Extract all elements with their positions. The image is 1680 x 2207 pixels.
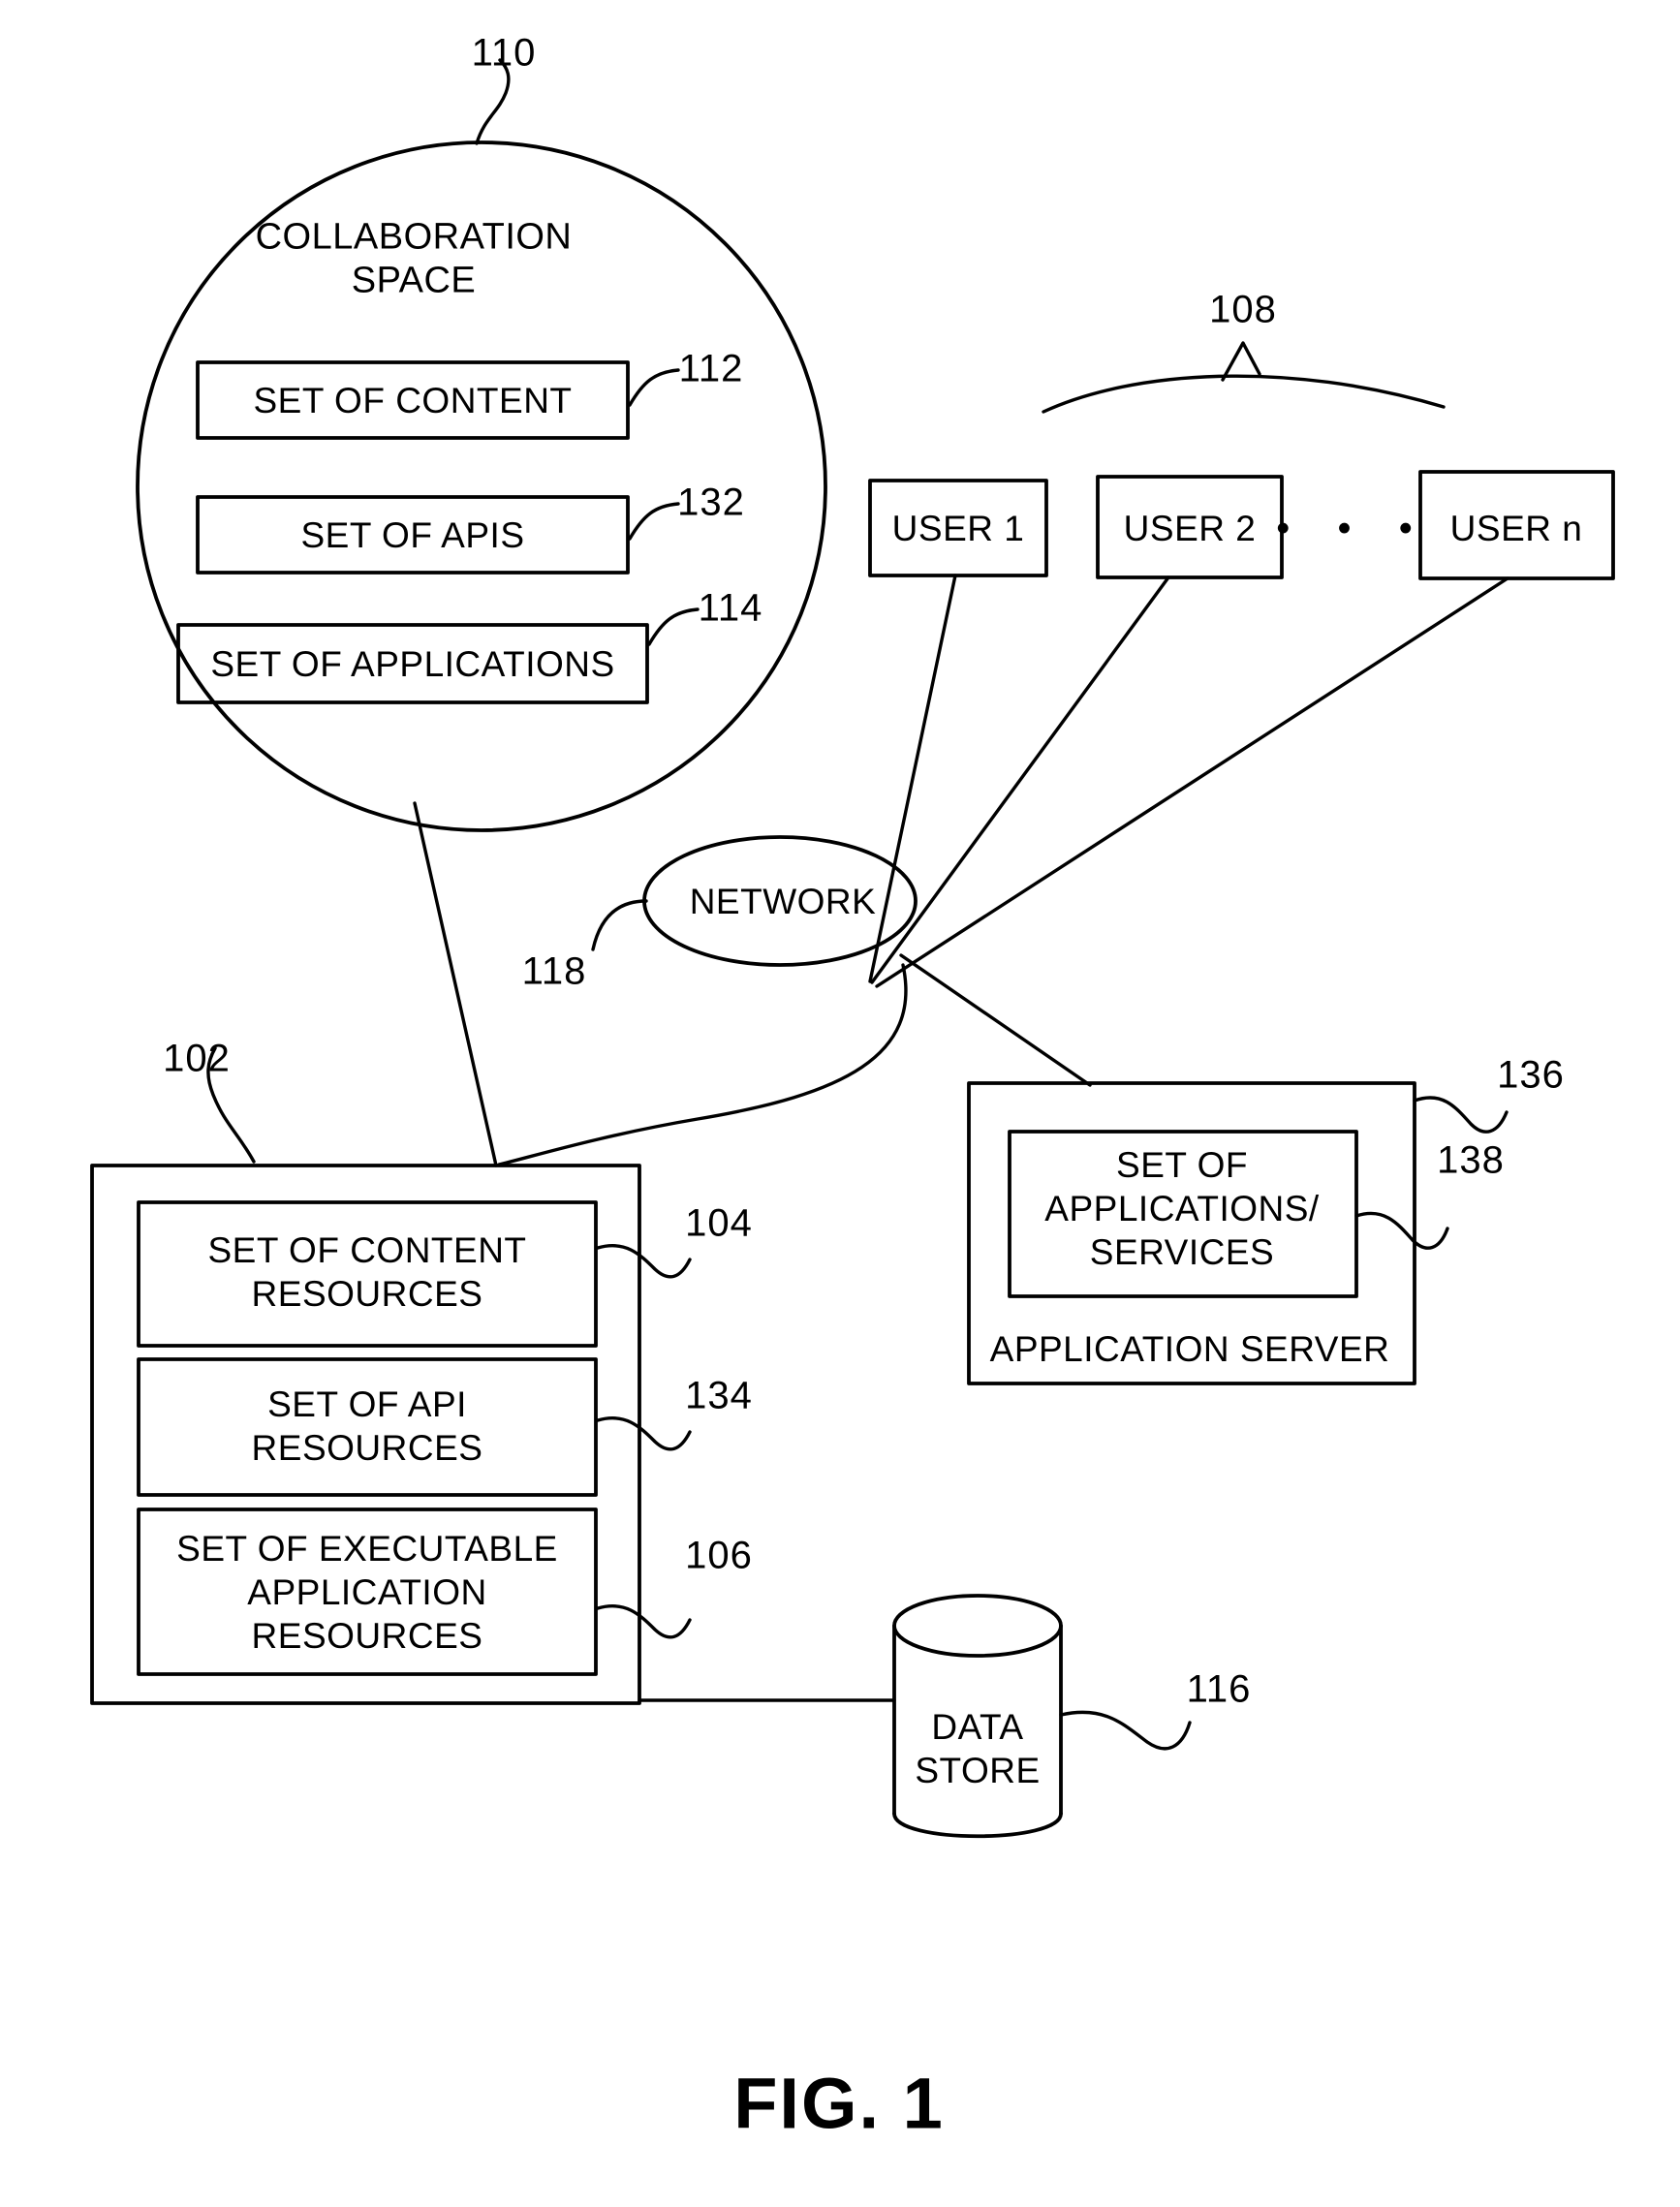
data-store-line2: STORE bbox=[915, 1751, 1041, 1791]
api-resources-line1: SET OF API bbox=[267, 1384, 467, 1425]
set-of-content-label: SET OF CONTENT bbox=[253, 381, 573, 421]
ref-102: 102 bbox=[163, 1037, 231, 1080]
leader-104 bbox=[596, 1244, 692, 1279]
user-n-label: USER n bbox=[1449, 509, 1583, 549]
leader-138 bbox=[1354, 1211, 1449, 1250]
line-collabspace-to-system bbox=[413, 801, 498, 1167]
user-1-label: USER 1 bbox=[891, 509, 1025, 549]
data-store-top-ellipse bbox=[892, 1594, 1063, 1658]
set-of-applications-label: SET OF APPLICATIONS bbox=[210, 644, 615, 685]
network-label: NETWORK bbox=[689, 882, 877, 922]
data-store-line1: DATA bbox=[931, 1707, 1024, 1748]
ref-108: 108 bbox=[1209, 288, 1277, 331]
figure-caption: FIG. 1 bbox=[733, 2063, 945, 2144]
set-of-apis-label: SET OF APIS bbox=[300, 515, 525, 556]
ref-118: 118 bbox=[521, 949, 587, 993]
users-ellipsis: • • • bbox=[1276, 507, 1421, 550]
applications-services-line3: SERVICES bbox=[1089, 1232, 1275, 1273]
leader-116 bbox=[1059, 1710, 1192, 1751]
leader-118 bbox=[591, 899, 648, 951]
applications-services-line2: APPLICATIONS/ bbox=[1044, 1189, 1320, 1229]
users-bracket bbox=[1042, 374, 1446, 414]
leader-106 bbox=[596, 1604, 692, 1639]
patent-figure: 110 COLLABORATION SPACE SET OF CONTENT 1… bbox=[0, 0, 1680, 2207]
content-resources-line2: RESOURCES bbox=[251, 1274, 483, 1315]
application-server-title: APPLICATION SERVER bbox=[989, 1329, 1390, 1370]
line-network-to-appserver bbox=[899, 953, 1092, 1087]
ref-114: 114 bbox=[698, 586, 763, 630]
ref-106: 106 bbox=[685, 1534, 753, 1577]
api-resources-line2: RESOURCES bbox=[251, 1428, 483, 1469]
content-resources-line1: SET OF CONTENT bbox=[207, 1230, 527, 1271]
executable-app-resources-line1: SET OF EXECUTABLE bbox=[176, 1529, 558, 1570]
ref-116: 116 bbox=[1186, 1667, 1252, 1711]
ref-138: 138 bbox=[1437, 1138, 1505, 1182]
executable-app-resources-line3: RESOURCES bbox=[251, 1616, 483, 1657]
ref-132: 132 bbox=[677, 481, 745, 524]
ref-136: 136 bbox=[1497, 1053, 1565, 1097]
executable-app-resources-line2: APPLICATION bbox=[247, 1572, 487, 1613]
leader-112 bbox=[628, 368, 680, 407]
line-user2-network bbox=[870, 575, 1170, 984]
collaboration-space-title-line1: COLLABORATION bbox=[255, 216, 573, 258]
ref-134: 134 bbox=[685, 1374, 753, 1417]
leader-136 bbox=[1413, 1096, 1509, 1134]
line-usern-network bbox=[875, 576, 1509, 988]
ref-112: 112 bbox=[678, 347, 744, 390]
line-user1-network bbox=[868, 574, 957, 983]
users-bracket-tick bbox=[1221, 341, 1261, 382]
applications-services-line1: SET OF bbox=[1116, 1145, 1248, 1186]
leader-134 bbox=[596, 1416, 692, 1451]
leader-114 bbox=[647, 607, 700, 646]
user-2-label: USER 2 bbox=[1123, 509, 1257, 549]
collaboration-space-title-line2: SPACE bbox=[351, 260, 477, 301]
figure-linework bbox=[90, 58, 1615, 1839]
line-network-to-system bbox=[497, 963, 908, 1166]
leader-132 bbox=[628, 502, 680, 541]
ref-104: 104 bbox=[685, 1201, 753, 1245]
data-store-bottom-arc bbox=[892, 1812, 1063, 1839]
ref-110: 110 bbox=[471, 31, 537, 75]
